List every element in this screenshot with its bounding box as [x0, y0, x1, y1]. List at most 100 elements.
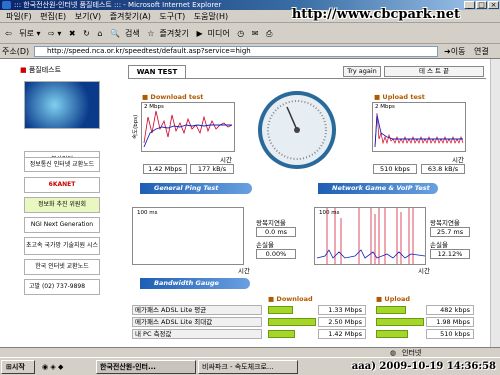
ping-loss-value: 0.00% [256, 249, 296, 259]
vertical-scrollbar[interactable] [490, 59, 500, 347]
sidebar-item-5[interactable]: 초고속 국가망 기술지원 시스템 [24, 237, 100, 255]
download-title-text: Download test [150, 93, 204, 101]
menu-help[interactable]: 도움말(H) [194, 12, 228, 21]
minimize-button[interactable]: _ [464, 1, 475, 9]
game-loss-value: 12.12% [430, 249, 470, 259]
ping-header: General Ping Test [140, 183, 252, 194]
links-label[interactable]: 연결 [474, 44, 489, 59]
game-rtt-value: 25.7 ms [430, 227, 470, 237]
mail-icon[interactable]: ✉ [252, 29, 259, 38]
close-button[interactable]: × [488, 1, 499, 9]
upload-chart-svg [374, 112, 464, 148]
download-series-blue [143, 124, 232, 148]
game-chart-svg [316, 208, 426, 264]
menu-view[interactable]: 보기(V) [75, 12, 101, 21]
ping-scale: 100 ms [137, 210, 158, 216]
bullet-icon: ■ [268, 295, 275, 303]
download-chart-svg [143, 110, 233, 148]
upload-title-text: Upload test [382, 93, 425, 101]
bw-down-value-0: 1.33 Mbps [318, 305, 366, 315]
download-title: ■ Download test [142, 93, 203, 101]
game-header: Network Game & VoIP Test [318, 183, 438, 194]
start-button[interactable]: ⊞시작 [1, 360, 35, 374]
menu-favorites[interactable]: 즐겨찾기(A) [110, 12, 151, 21]
bw-up-value-0: 482 kbps [426, 305, 474, 315]
download-kbs: 177 kB/s [190, 164, 234, 174]
task-item-1[interactable]: 비싸파크 - 속도체크로... [198, 360, 298, 374]
refresh-icon[interactable]: ↻ [83, 29, 90, 38]
back-button[interactable]: ⇦ 뒤로 ▾ [5, 29, 41, 38]
bw-up-bar-0 [376, 306, 406, 314]
upload-kbs: 63.8 kB/s [421, 164, 465, 174]
speed-gauge [257, 89, 337, 171]
home-icon[interactable]: ⌂ [97, 29, 102, 38]
ping-chart: 100 ms [132, 207, 244, 265]
try-again-button[interactable]: Try again [343, 66, 381, 77]
sidebar-item-7[interactable]: 고발 (02) 737-9898 [24, 279, 100, 295]
tab-wan-test[interactable]: WAN TEST [128, 65, 186, 78]
forward-button[interactable]: ⇨ ▾ [48, 29, 61, 38]
bw-down-bar-1 [268, 318, 316, 326]
bullet-icon: ■ [376, 295, 383, 303]
search-label: 검색 [125, 29, 140, 38]
watermark: http://www.cbcpark.net [291, 7, 460, 22]
test-end-status: 테 스 트 끝 [384, 66, 484, 77]
download-mbps: 1.42 Mbps [143, 164, 187, 174]
sidebar-item-3[interactable]: 정보화 추진 위원회 [24, 197, 100, 213]
menu-tools[interactable]: 도구(T) [159, 12, 185, 21]
bw-download-text: Download [276, 295, 313, 303]
go-label: 이동 [450, 47, 466, 56]
toolbar: ⇦ 뒤로 ▾ ⇨ ▾ ✖ ↻ ⌂ 🔍 검색 ☆ 즐겨찾기 ▶ 미디어 ◷ ✉ ⎙ [0, 23, 500, 44]
url-text: http://speed.nca.or.kr/speedtest/default… [47, 47, 251, 55]
favorites-button[interactable]: ☆ 즐겨찾기 [147, 29, 189, 38]
upload-chart: 2 Mbps [372, 102, 466, 152]
ping-rtt-label: 왕복지연율 [256, 219, 286, 227]
bw-down-bar-0 [268, 306, 293, 314]
sidebar-title: ■ 품질테스트 [20, 65, 61, 75]
game-loss-label: 손실율 [430, 241, 448, 249]
menu-edit[interactable]: 편집(E) [40, 12, 66, 21]
sidebar-item-2[interactable]: 6KANET [24, 177, 100, 193]
window-title: ::: 한국전산원-인터넷 품질테스트 ::: - Microsoft Inte… [14, 1, 222, 9]
bw-up-value-1: 1.98 Mbps [426, 317, 474, 327]
bw-up-bar-1 [376, 318, 424, 326]
sidebar-banner[interactable] [24, 81, 100, 129]
address-bar: 주소(D) http://speed.nca.or.kr/speedtest/d… [0, 44, 500, 59]
address-input[interactable]: http://speed.nca.or.kr/speedtest/default… [34, 46, 438, 57]
media-button[interactable]: ▶ 미디어 [196, 29, 229, 38]
sidebar-item-1[interactable]: 정보통신 인터넷 교환노드 [24, 157, 100, 172]
bw-down-value-1: 2.50 Mbps [318, 317, 366, 327]
task-item-0[interactable]: 한국전산원-인터... [96, 360, 196, 374]
game-xlabel: 시간 [418, 267, 430, 275]
taskbar: ⊞시작 ◉ ◈ ◆ 한국전산원-인터... 비싸파크 - 속도체크로... aa… [0, 357, 500, 375]
sidebar-item-6[interactable]: 한국 인터넷 교환노드 [24, 259, 100, 275]
menu-file[interactable]: 파일(F) [6, 12, 32, 21]
go-button[interactable]: ➜이동 [444, 44, 465, 59]
upload-scale: 2 Mbps [375, 104, 395, 110]
upload-xlabel: 시간 [452, 156, 464, 164]
search-button[interactable]: 🔍 검색 [110, 29, 140, 38]
stop-icon[interactable]: ✖ [69, 29, 76, 38]
bw-down-value-2: 1.42 Mbps [318, 329, 366, 339]
bullet-icon: ■ [142, 93, 149, 101]
bullet-icon: ■ [374, 93, 381, 101]
upload-kbps: 510 kbps [373, 164, 417, 174]
quicklaunch-icons[interactable]: ◉ ◈ ◆ [42, 358, 63, 375]
ie-logo-icon [2, 1, 11, 9]
tab-divider [128, 78, 486, 79]
bw-download-label: ■ Download [268, 295, 313, 303]
address-label: 주소(D) [2, 47, 30, 56]
bw-up-value-2: 510 kbps [426, 329, 474, 339]
game-rtt-label: 왕복지연율 [430, 219, 460, 227]
ping-rtt-value: 0.0 ms [256, 227, 296, 237]
history-icon[interactable]: ◷ [237, 29, 244, 38]
maximize-button[interactable]: □ [476, 1, 487, 9]
bw-row-label-1: 메가패스 ADSL Lite 최대값 [132, 317, 262, 327]
bw-row-label-2: 내 PC 측정값 [132, 329, 262, 339]
sidebar-item-4[interactable]: NGI Next Generation [24, 217, 100, 233]
bandwidth-header: Bandwidth Gauge [140, 278, 250, 289]
status-bar: ◍ 인터넷 [0, 347, 500, 357]
print-icon[interactable]: ⎙ [266, 29, 272, 38]
bw-down-bar-2 [268, 330, 295, 338]
media-label: 미디어 [207, 29, 230, 38]
